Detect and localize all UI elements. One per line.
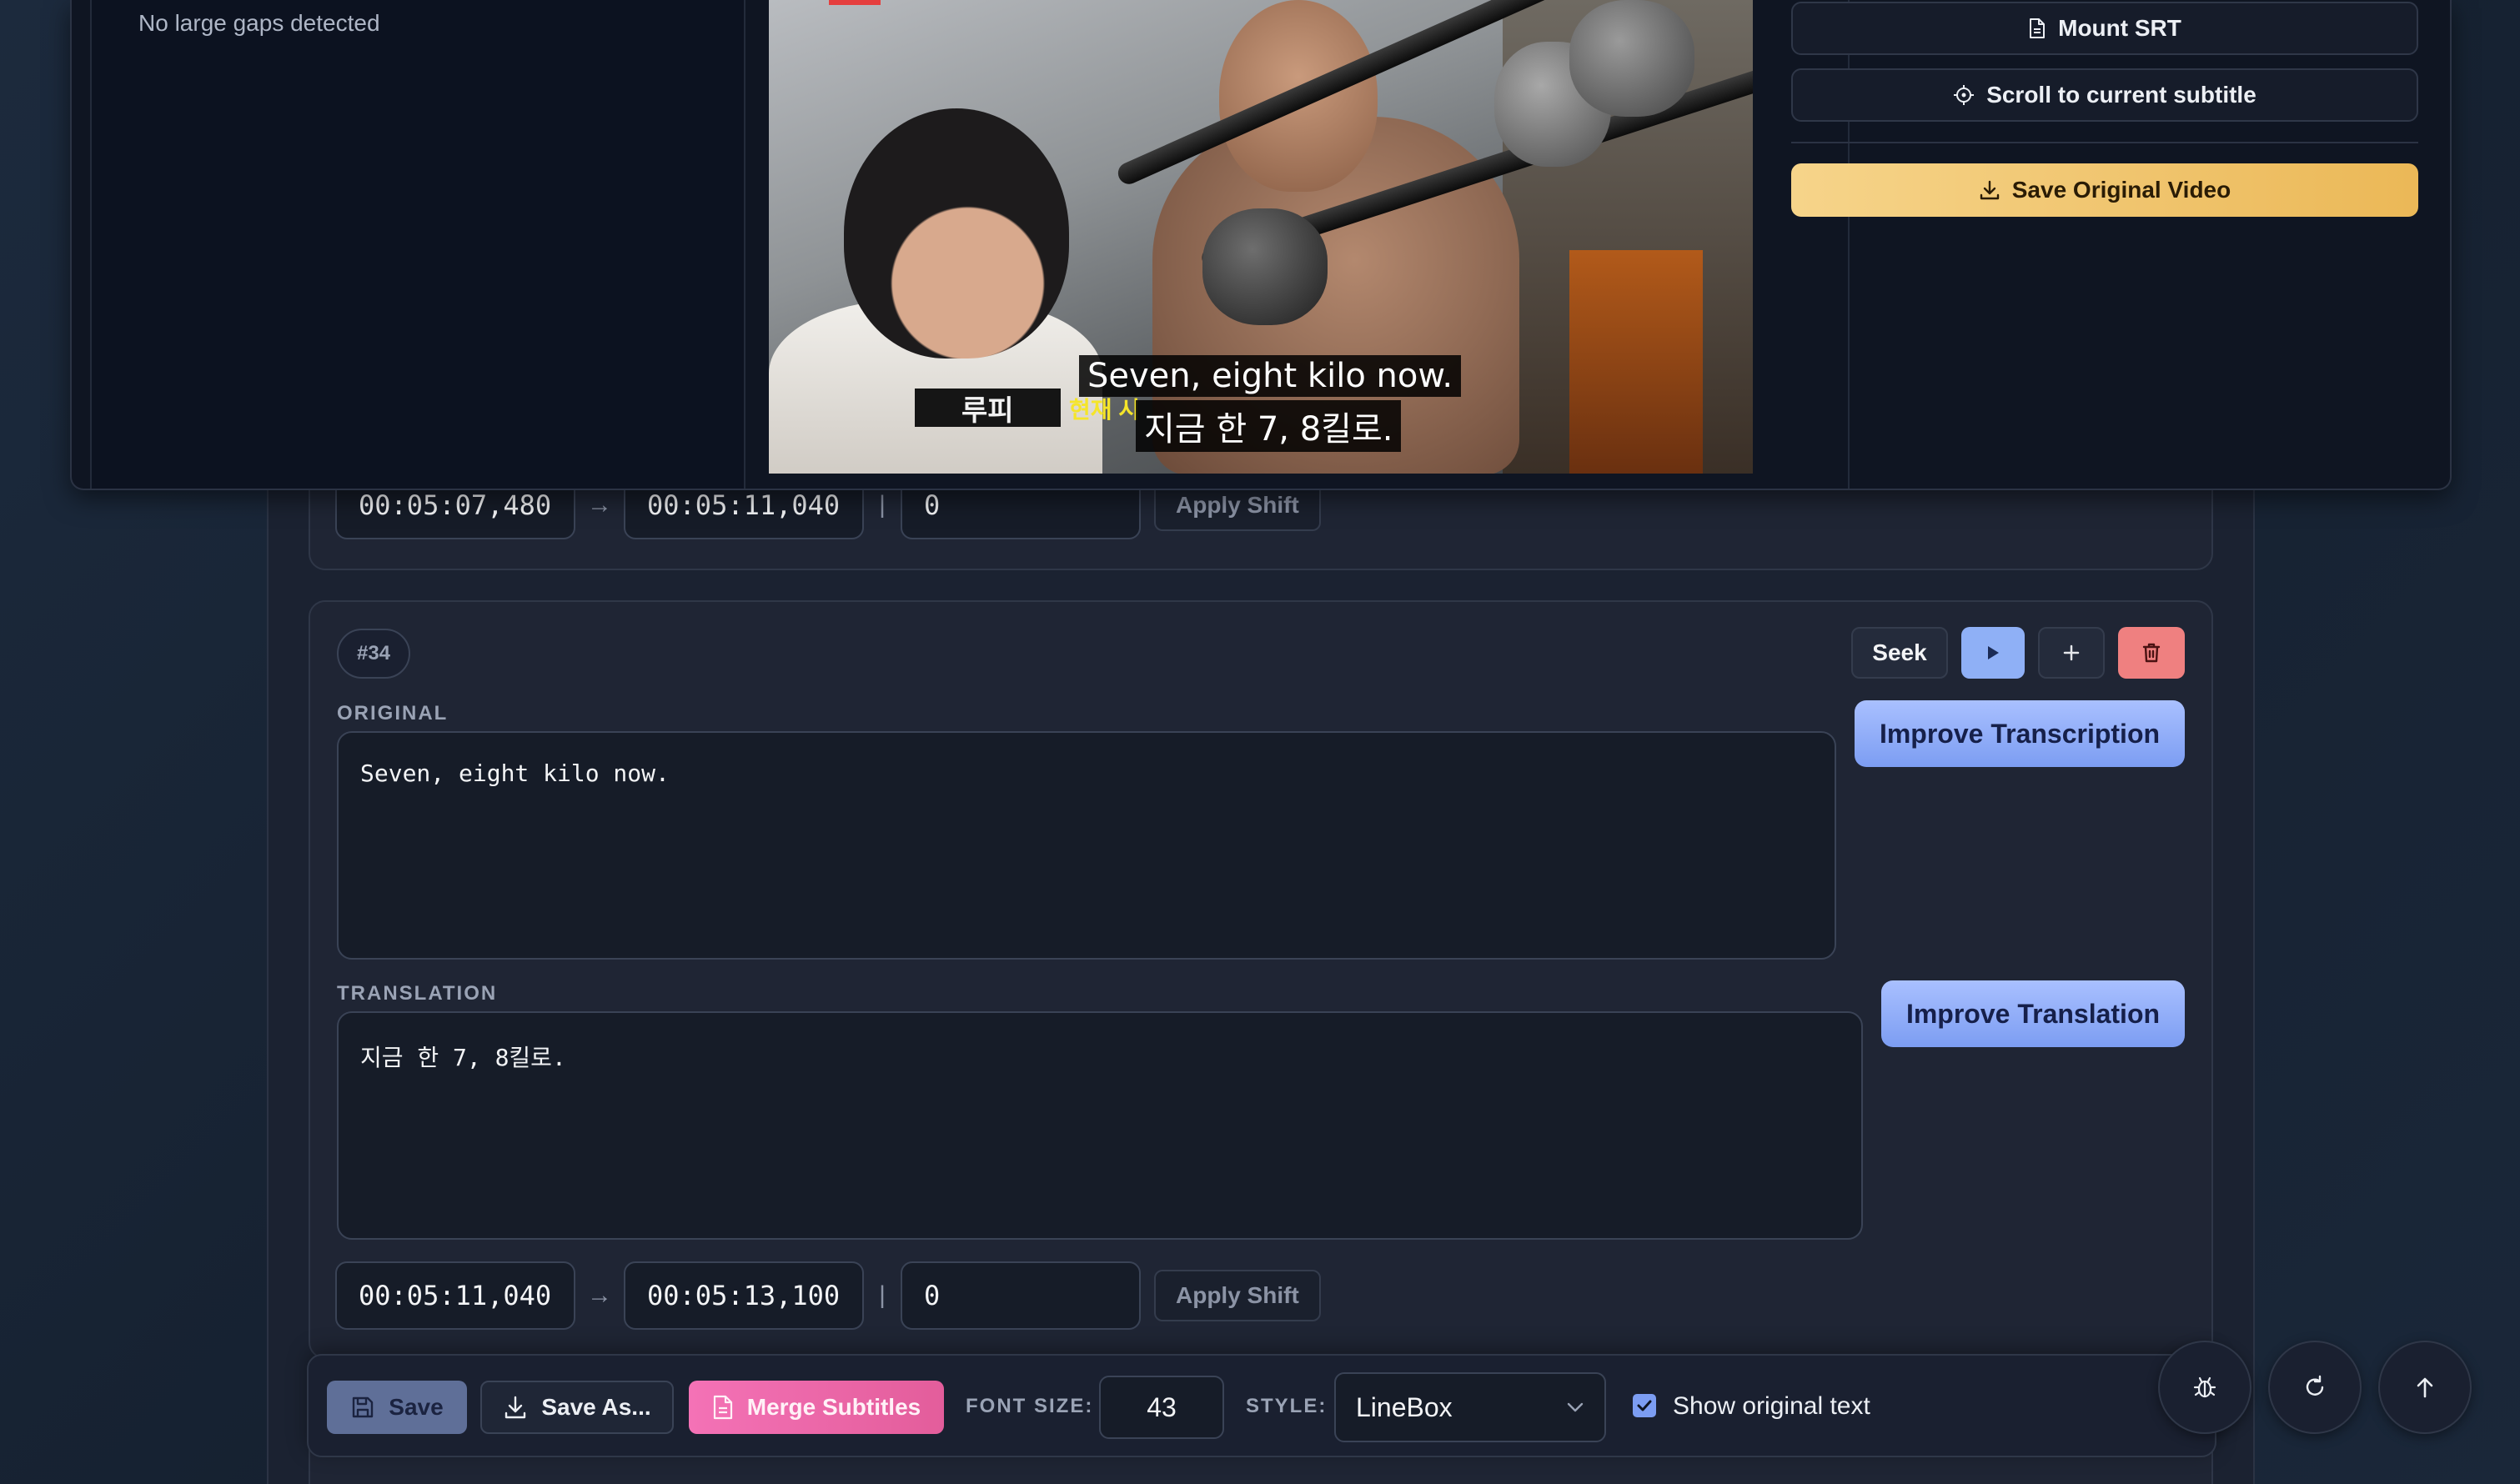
arrow-separator: → <box>587 1281 612 1309</box>
merge-subtitles-label: Merge Subtitles <box>746 1394 921 1420</box>
save-icon <box>353 1396 374 1418</box>
scroll-top-button[interactable] <box>2378 1341 2472 1434</box>
show-original-label[interactable]: Show original text <box>1673 1392 1870 1421</box>
add-subtitle-button[interactable] <box>2038 627 2105 679</box>
save-as-button[interactable]: Save As... <box>480 1381 674 1434</box>
plus-icon <box>2063 644 2080 661</box>
save-original-video-label: Save Original Video <box>2011 177 2231 203</box>
scroll-to-current-button[interactable]: Scroll to current subtitle <box>1791 68 2418 122</box>
style-select[interactable]: LineBox <box>1334 1372 1606 1442</box>
original-label: ORIGINAL <box>337 702 449 724</box>
save-label: Save <box>389 1394 444 1420</box>
trash-icon <box>2142 643 2161 663</box>
save-as-label: Save As... <box>541 1394 651 1420</box>
save-button[interactable]: Save <box>327 1381 467 1434</box>
video-person-head <box>844 108 1069 358</box>
download-icon <box>505 1396 526 1419</box>
video-yellow-caption: 현재 시 <box>1069 397 1141 423</box>
subtitle-index-badge: #34 <box>337 629 410 679</box>
improve-transcription-button[interactable]: Improve Transcription <box>1855 700 2185 767</box>
bar-separator: | <box>879 491 886 519</box>
style-label: STYLE: <box>1246 1395 1328 1417</box>
refresh-icon <box>2306 1375 2324 1396</box>
merge-subtitles-button[interactable]: Merge Subtitles <box>689 1381 944 1434</box>
arrow-separator: → <box>587 491 612 519</box>
start-time-input[interactable]: 00:05:11,040 <box>335 1261 575 1330</box>
apply-shift-button[interactable]: Apply Shift <box>1154 1270 1321 1321</box>
download-icon <box>1980 180 1999 200</box>
chevron-down-icon <box>1567 1402 1584 1412</box>
debug-button[interactable] <box>2158 1341 2251 1434</box>
delete-subtitle-button[interactable] <box>2118 627 2185 679</box>
original-textarea[interactable]: Seven, eight kilo now. <box>337 731 1836 960</box>
font-size-input[interactable]: 43 <box>1099 1376 1224 1439</box>
file-icon <box>2030 18 2046 38</box>
video-name-chip: 루피 <box>915 389 1061 427</box>
translation-textarea[interactable]: 지금 한 7, 8킬로. <box>337 1011 1863 1240</box>
style-select-value: LineBox <box>1356 1391 1453 1422</box>
video-glove <box>1569 0 1694 117</box>
video-player[interactable]: 루피 현재 시 Seven, eight kilo now. 지금 한 7, 8… <box>769 0 1753 474</box>
video-glove <box>1202 208 1328 325</box>
translation-label: TRANSLATION <box>337 982 498 1005</box>
video-red-tag <box>829 0 881 5</box>
scroll-to-current-label: Scroll to current subtitle <box>1986 82 2256 108</box>
seek-button[interactable]: Seek <box>1851 627 1948 679</box>
refresh-button[interactable] <box>2268 1341 2362 1434</box>
gap-panel: No large gaps detected <box>90 0 745 489</box>
check-icon <box>1637 1400 1652 1411</box>
arrow-up-icon <box>2417 1377 2433 1398</box>
save-original-video-button[interactable]: Save Original Video <box>1791 163 2418 217</box>
improve-translation-button[interactable]: Improve Translation <box>1881 980 2185 1047</box>
actions-divider <box>1791 142 2418 143</box>
video-subtitle-translation: 지금 한 7, 8킬로. <box>1136 400 1402 452</box>
mount-srt-button[interactable]: Mount SRT <box>1791 2 2418 55</box>
bug-icon <box>2193 1376 2216 1398</box>
time-row-34: 00:05:11,040 → 00:05:13,100 | 0 Apply Sh… <box>335 1261 1321 1330</box>
crosshair-icon <box>1954 85 1975 105</box>
video-orange-wall <box>1569 250 1703 474</box>
play-button[interactable] <box>1961 627 2025 679</box>
document-icon <box>713 1395 732 1420</box>
gap-status-text: No large gaps detected <box>138 10 380 36</box>
end-time-input[interactable]: 00:05:13,100 <box>624 1261 864 1330</box>
mount-srt-label: Mount SRT <box>2058 15 2181 41</box>
play-icon <box>1988 646 1999 659</box>
bar-separator: | <box>879 1281 886 1309</box>
video-subtitle-original: Seven, eight kilo now. <box>1079 355 1462 397</box>
font-size-label: FONT SIZE: <box>966 1395 1094 1417</box>
show-original-checkbox[interactable] <box>1633 1394 1656 1417</box>
shift-input[interactable]: 0 <box>901 1261 1141 1330</box>
